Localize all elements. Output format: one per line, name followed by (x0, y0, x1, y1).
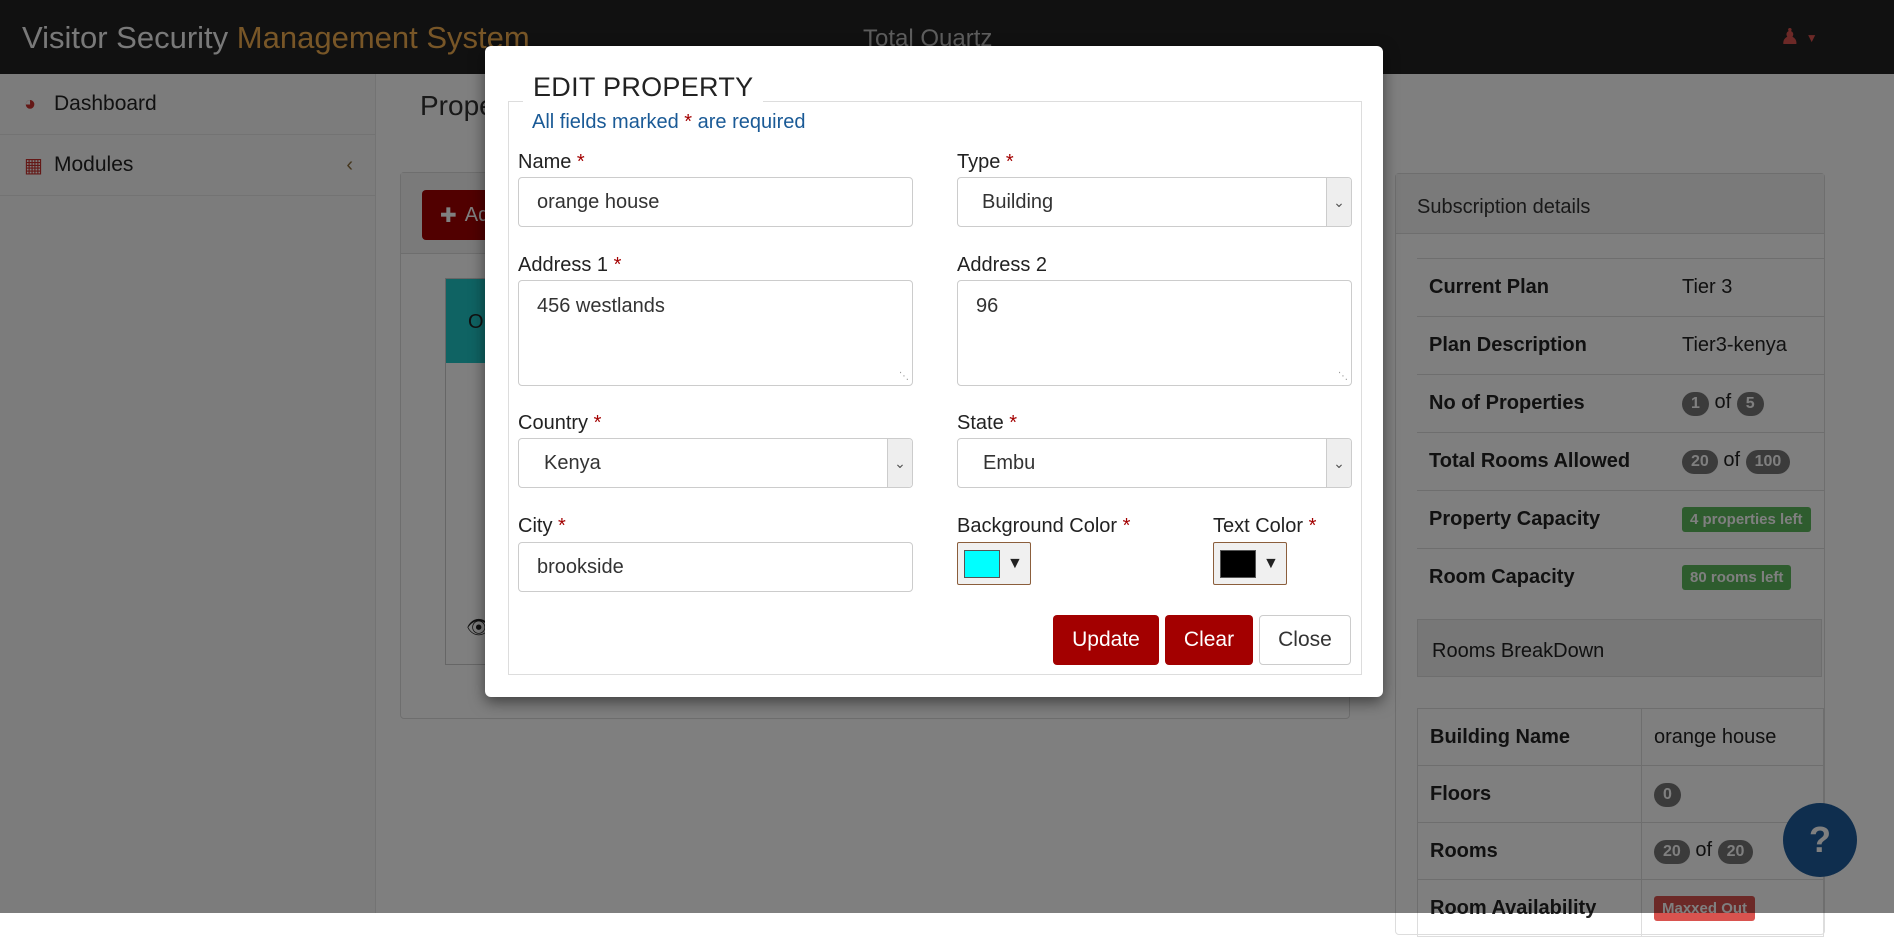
background-color-picker[interactable]: ▼ (957, 542, 1031, 585)
state-label: State * (957, 412, 1017, 435)
background-color-swatch (964, 549, 1000, 578)
state-select[interactable]: Embu ⌄ (957, 438, 1352, 488)
required-asterisk: * (684, 111, 693, 133)
address1-textarea[interactable]: 456 westlands ⋱ (518, 280, 913, 386)
required-note-prefix: All fields marked (532, 111, 679, 133)
required-fields-note: All fields marked * are required (532, 111, 805, 134)
modal-title: EDIT PROPERTY (523, 72, 764, 103)
text-color-label: Text Color * (1213, 515, 1316, 538)
address2-label: Address 2 (957, 254, 1047, 277)
address1-value: 456 westlands (537, 295, 665, 317)
required-asterisk: * (593, 412, 602, 434)
required-asterisk: * (558, 515, 566, 537)
required-asterisk: * (1005, 151, 1014, 173)
clear-button[interactable]: Clear (1165, 615, 1253, 665)
chevron-down-icon: ⌄ (887, 439, 912, 487)
address1-label-text: Address 1 (518, 254, 609, 276)
address2-label-text: Address 2 (957, 254, 1048, 276)
edit-property-modal: EDIT PROPERTY All fields marked * are re… (485, 46, 1383, 697)
city-label-text: City (518, 515, 553, 537)
text-color-picker[interactable]: ▼ (1213, 542, 1287, 585)
dropdown-triangle-icon: ▼ (1007, 554, 1023, 572)
country-label: Country * (518, 412, 601, 435)
state-select-value: Embu (983, 451, 1036, 474)
type-label: Type * (957, 151, 1014, 174)
required-asterisk: * (1009, 412, 1018, 434)
type-select[interactable]: Building ⌄ (957, 177, 1352, 227)
background-color-label-text: Background Color (957, 515, 1118, 537)
resize-handle-icon[interactable]: ⋱ (1338, 372, 1348, 382)
update-button[interactable]: Update (1053, 615, 1159, 665)
name-label: Name * (518, 151, 585, 174)
dropdown-triangle-icon: ▼ (1263, 554, 1279, 572)
address1-label: Address 1 * (518, 254, 621, 277)
country-label-text: Country (518, 412, 589, 434)
name-input[interactable]: orange house (518, 177, 913, 227)
city-input-value: brookside (537, 555, 624, 578)
required-note-suffix: are required (697, 111, 806, 133)
name-label-text: Name (518, 151, 572, 173)
required-asterisk: * (613, 254, 622, 276)
resize-handle-icon[interactable]: ⋱ (899, 372, 909, 382)
text-color-swatch (1220, 549, 1256, 578)
text-color-label-text: Text Color (1213, 515, 1304, 537)
address2-textarea[interactable]: 96 ⋱ (957, 280, 1352, 386)
background-color-label: Background Color * (957, 515, 1130, 538)
city-label: City * (518, 515, 566, 538)
country-select[interactable]: Kenya ⌄ (518, 438, 913, 488)
type-label-text: Type (957, 151, 1001, 173)
name-input-value: orange house (537, 190, 660, 213)
required-asterisk: * (1308, 515, 1317, 537)
chevron-down-icon: ⌄ (1326, 439, 1351, 487)
close-button[interactable]: Close (1259, 615, 1351, 665)
country-select-value: Kenya (544, 451, 601, 474)
state-label-text: State (957, 412, 1004, 434)
required-asterisk: * (576, 151, 585, 173)
type-select-value: Building (982, 190, 1054, 213)
required-asterisk: * (1122, 515, 1131, 537)
address2-value: 96 (976, 295, 999, 317)
chevron-down-icon: ⌄ (1326, 178, 1351, 226)
city-input[interactable]: brookside (518, 542, 913, 592)
